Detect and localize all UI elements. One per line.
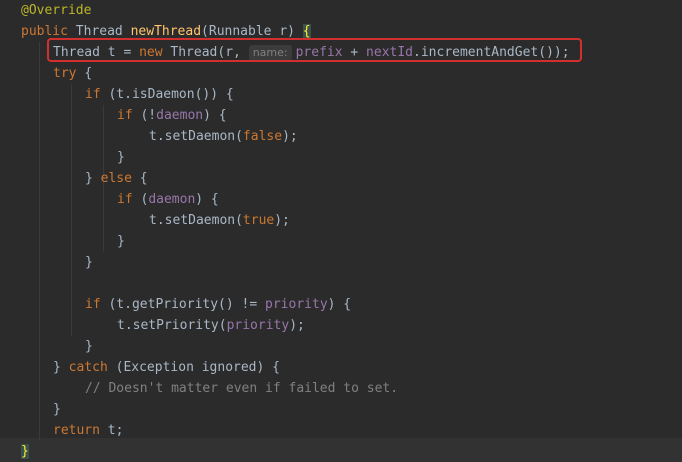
code-token: ) { — [195, 192, 219, 207]
code-line[interactable]: // Doesn't matter even if failed to set. — [85, 378, 398, 399]
code-token: ); — [289, 318, 305, 333]
code-token: t.setPriority( — [117, 318, 227, 333]
code-line[interactable]: t.setPriority(priority); — [117, 315, 305, 336]
indent-guide — [71, 84, 72, 336]
code-token: ); — [282, 129, 298, 144]
code-line[interactable]: if (!daemon) { — [117, 105, 227, 126]
code-line[interactable]: t.setDaemon(false); — [149, 126, 298, 147]
code-line[interactable]: @Override — [21, 0, 91, 21]
code-line[interactable]: } — [53, 399, 61, 420]
code-token: } — [53, 402, 61, 417]
code-line[interactable]: if (t.isDaemon()) { — [85, 84, 234, 105]
code-token: { — [139, 171, 148, 186]
code-token: } — [85, 339, 93, 354]
code-token: public — [21, 24, 76, 39]
code-line[interactable]: try { — [53, 63, 92, 84]
code-line[interactable]: return t; — [53, 420, 123, 441]
code-token: } — [117, 150, 125, 165]
indent-guide — [39, 42, 40, 441]
code-token: ) { — [327, 297, 352, 312]
code-token: ) { — [203, 108, 227, 123]
code-token: } — [85, 171, 101, 186]
code-token: (t.getPriority() != — [108, 297, 266, 312]
code-line[interactable]: } — [85, 336, 93, 357]
code-token: daemon — [148, 192, 196, 207]
code-token: // Doesn't matter even if failed to set. — [85, 381, 399, 396]
code-token: t.setDaemon( — [149, 213, 243, 228]
code-line[interactable]: if (t.getPriority() != priority) { — [85, 294, 351, 315]
code-token: (Runnable r) — [201, 24, 303, 39]
code-token: @Override — [21, 3, 92, 18]
code-token: t; — [107, 423, 124, 438]
code-line[interactable]: } — [117, 231, 125, 252]
code-token: true — [242, 213, 275, 228]
code-token: (Exception ignored) { — [115, 360, 280, 375]
code-token: (t.isDaemon()) { — [108, 87, 234, 102]
code-token: try — [53, 66, 85, 81]
code-token: else — [100, 171, 140, 186]
code-token: return — [53, 423, 108, 438]
code-line[interactable]: } — [85, 252, 93, 273]
code-line[interactable]: t.setDaemon(true); — [149, 210, 290, 231]
code-editor[interactable]: @Override public Thread newThread(Runnabl… — [0, 0, 682, 462]
code-token: { — [84, 66, 93, 81]
code-token: newThread — [130, 24, 202, 39]
code-token: } — [117, 234, 125, 249]
current-line-highlight — [0, 438, 682, 462]
code-token: } — [53, 360, 69, 375]
code-line[interactable]: } catch (Exception ignored) { — [53, 357, 280, 378]
code-token: priority — [265, 297, 328, 312]
code-token: { — [302, 24, 311, 39]
code-token: if — [85, 87, 109, 102]
code-token: daemon — [156, 108, 204, 123]
code-line[interactable]: } — [21, 441, 29, 462]
code-token: Thread — [75, 24, 131, 39]
code-token: false — [242, 129, 283, 144]
code-token: (! — [140, 108, 157, 123]
code-token: ); — [274, 213, 290, 228]
code-token: if — [85, 297, 109, 312]
code-token: } — [21, 444, 29, 459]
code-token: catch — [68, 360, 116, 375]
code-line[interactable]: } else { — [85, 168, 148, 189]
code-token: t.setDaemon( — [149, 129, 243, 144]
code-token: if — [117, 192, 141, 207]
code-token: } — [85, 255, 93, 270]
code-line[interactable]: } — [117, 147, 125, 168]
code-line[interactable]: if (daemon) { — [117, 189, 219, 210]
code-token: priority — [226, 318, 290, 333]
red-highlight-box — [47, 38, 582, 62]
code-token: if — [117, 108, 141, 123]
